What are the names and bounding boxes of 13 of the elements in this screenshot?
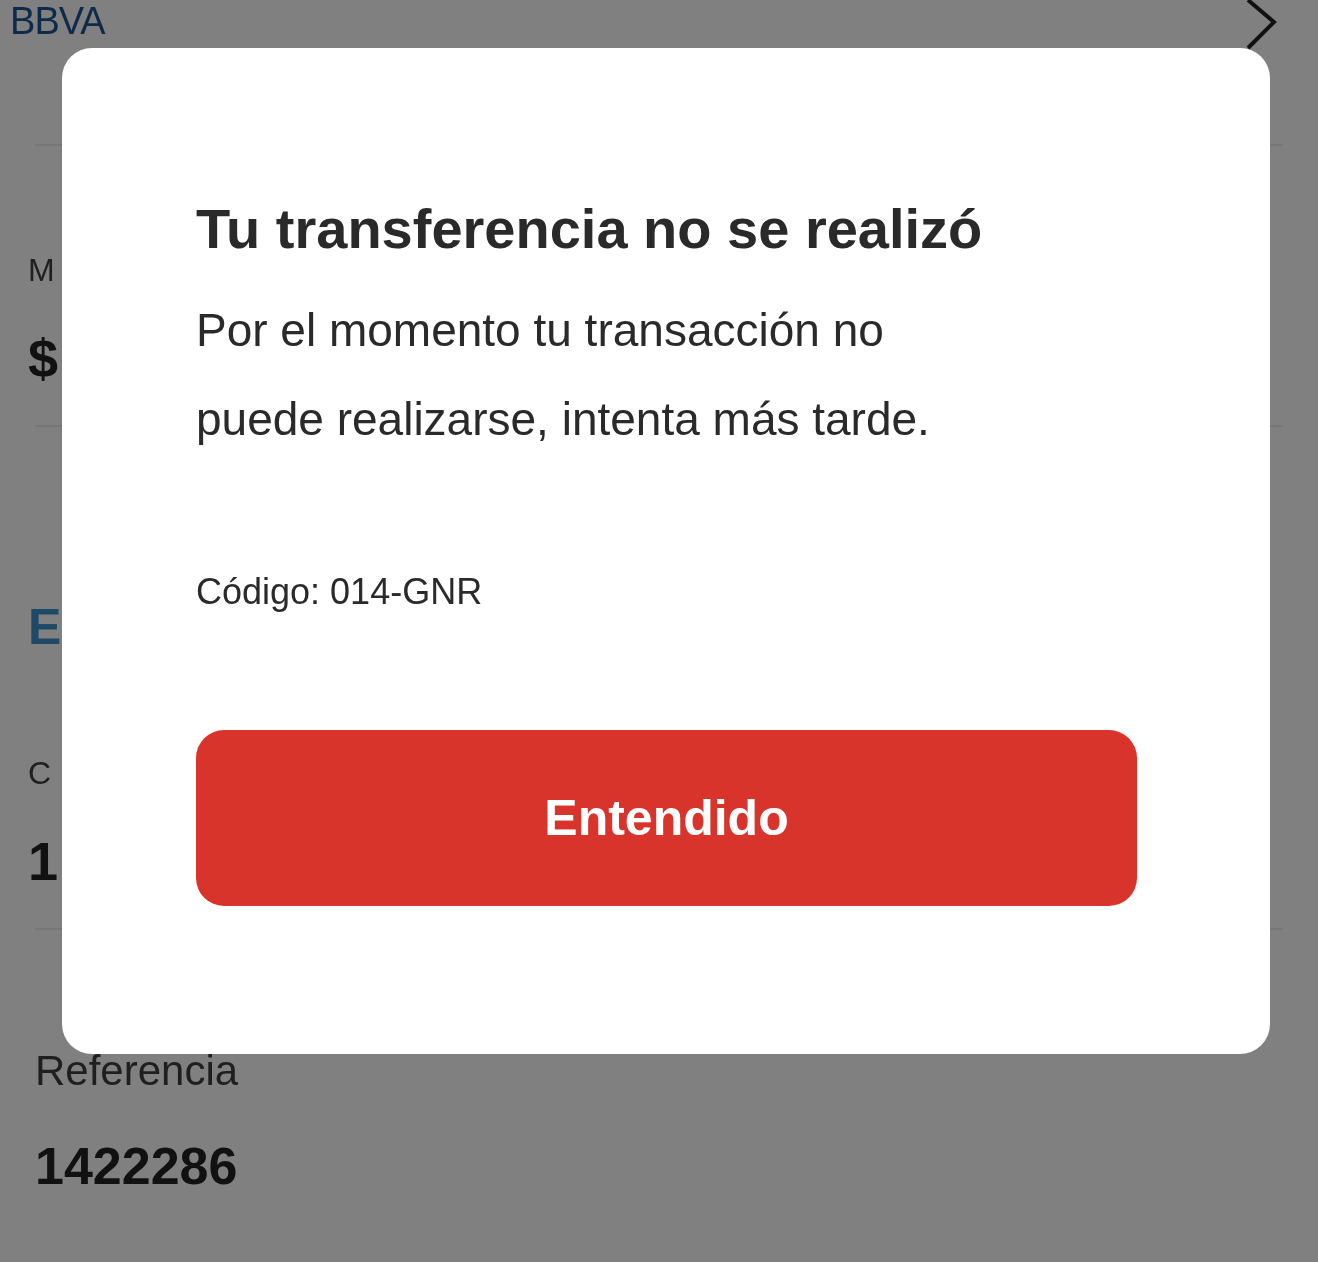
field-label: M <box>28 254 55 286</box>
dialog-title: Tu transferencia no se realizó <box>196 196 984 262</box>
reference-label: Referencia <box>35 1050 239 1092</box>
amount-text: 1 <box>28 834 59 888</box>
amount-text: $ <box>28 331 59 385</box>
section-heading: E <box>28 602 62 652</box>
dialog-message: Por el momento tu transacción no puede realizarse, intenta más tarde. <box>196 303 931 447</box>
chevron-right-icon[interactable] <box>1244 0 1278 50</box>
field-label: C <box>28 757 52 789</box>
reference-value: 1422286 <box>35 1140 238 1192</box>
error-code: Código: 014-GNR <box>196 574 483 610</box>
bank-logo: BBVA <box>10 2 105 40</box>
understood-button[interactable]: Entendido <box>196 730 1137 906</box>
